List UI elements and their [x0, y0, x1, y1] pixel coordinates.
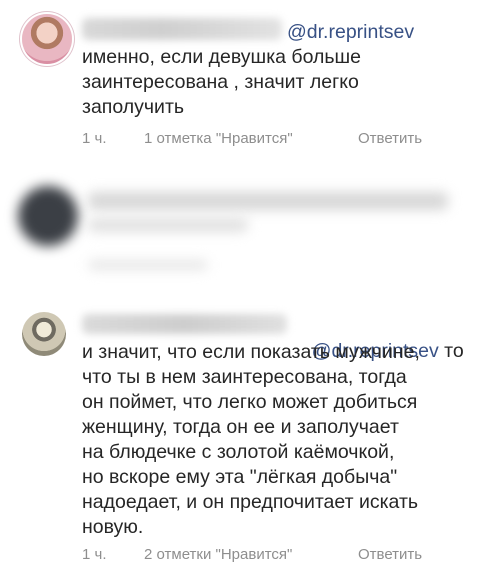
- avatar-blurred: [18, 186, 78, 246]
- avatar[interactable]: [22, 14, 72, 64]
- avatar[interactable]: [22, 312, 66, 356]
- blurred-line: [88, 192, 448, 210]
- comment-blurred: [0, 170, 480, 280]
- username-blurred[interactable]: [82, 18, 282, 40]
- likes-count[interactable]: 2 отметки "Нравится": [144, 546, 292, 563]
- likes-count[interactable]: 1 отметка "Нравится": [144, 130, 293, 147]
- comment-text: именно, если девушка больше заинтересова…: [82, 46, 362, 118]
- comment-meta: 1 ч. 1 отметка "Нравится" Ответить: [82, 130, 462, 150]
- blurred-line: [88, 260, 208, 270]
- username-blurred[interactable]: [82, 314, 287, 334]
- comment-text-start: то: [438, 340, 464, 362]
- comment-time: 1 ч.: [82, 546, 107, 563]
- comment-1: @dr.reprintsev именно, если девушка боль…: [0, 0, 480, 170]
- comment-meta: 1 ч. 2 отметки "Нравится" Ответить: [82, 546, 462, 566]
- reply-button[interactable]: Ответить: [358, 546, 422, 563]
- comment-2: @dr.reprintsev то и значит, что если пок…: [0, 290, 480, 573]
- comment-text: и значит, что если показать мужчине, что…: [82, 341, 420, 538]
- blurred-line: [88, 218, 248, 232]
- reply-button[interactable]: Ответить: [358, 130, 422, 147]
- comment-time: 1 ч.: [82, 130, 107, 147]
- mention-link[interactable]: @dr.reprintsev: [287, 20, 414, 45]
